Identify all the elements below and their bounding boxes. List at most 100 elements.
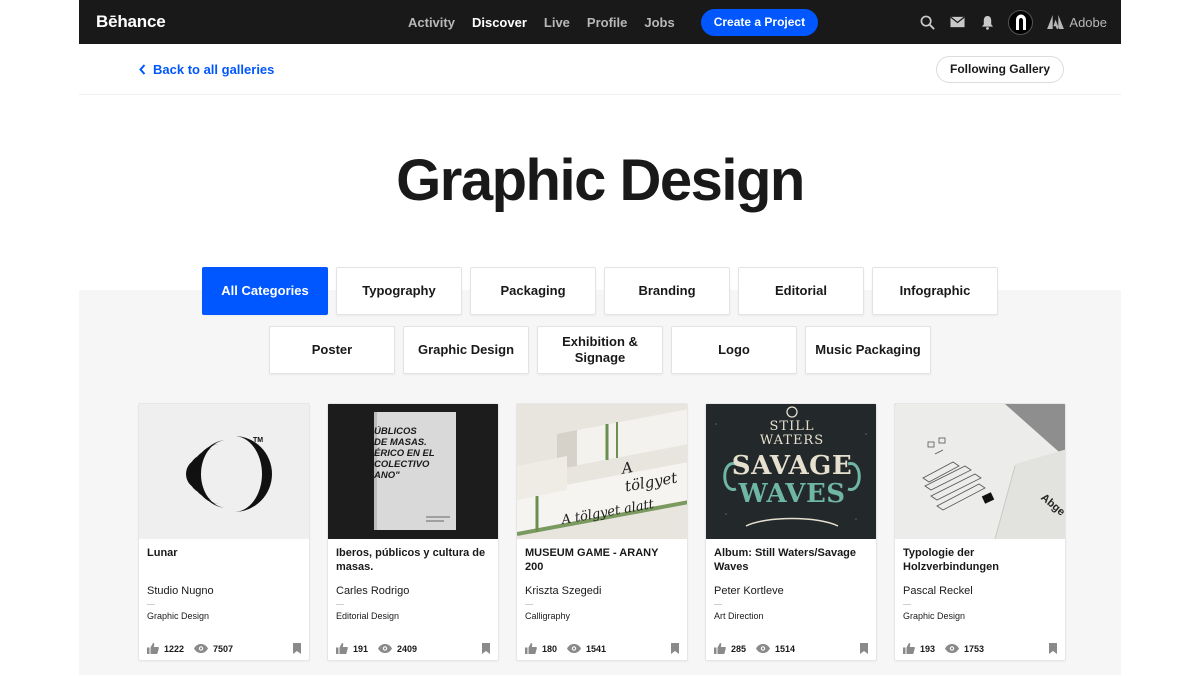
category-filter-grid: All Categories Typography Packaging Bran… [79,267,1121,385]
album-text-bottom: SAVAGE WAVES [706,451,876,509]
project-grid: TM Lunar Studio Nugno Graphic Design 122… [138,403,1066,661]
project-title[interactable]: Lunar [139,539,309,583]
project-stats: 193 1753 [903,643,1057,654]
likes-stat: 191 [336,643,368,654]
nav-right-tools: Adobe [912,0,1107,44]
eye-icon [378,644,393,653]
likes-stat: 285 [714,643,746,654]
user-avatar[interactable] [1008,9,1034,35]
typologie-paper-image [895,404,1065,539]
project-owner[interactable]: Kriszta Szegedi [517,583,687,597]
likes-stat: 1222 [147,643,184,654]
category-graphic-design[interactable]: Graphic Design [403,326,529,374]
project-card[interactable]: STILL WATERS SAVAGE WAVES Album: Still W… [705,403,877,661]
project-card[interactable]: A tölgyet A tölgyet alatt MUSEUM GAME - … [516,403,688,661]
views-stat: 7507 [194,644,233,654]
project-field[interactable]: Editorial Design [328,611,498,621]
views-stat: 2409 [378,644,417,654]
top-navigation: Bēhance Activity Discover Live Profile J… [79,0,1121,44]
thumbs-up-icon [336,643,348,654]
mail-icon[interactable] [942,0,972,44]
nav-link-activity[interactable]: Activity [408,15,455,30]
project-title[interactable]: Album: Still Waters/Savage Waves [706,539,876,583]
project-thumbnail[interactable]: ÚBLICOS DE MASAS. ÉRICO EN EL COLECTIVO … [328,404,498,539]
project-owner[interactable]: Peter Kortleve [706,583,876,597]
likes-stat: 180 [525,643,557,654]
album-text-line: WAVES [738,479,846,509]
project-thumbnail[interactable]: TM [139,404,309,539]
chevron-left-icon [139,63,146,75]
album-text-top: STILL WATERS [706,420,876,448]
divider [903,604,911,605]
project-thumbnail[interactable]: Abge [895,404,1065,539]
category-editorial[interactable]: Editorial [738,267,864,315]
nav-link-live[interactable]: Live [544,15,570,30]
adobe-link[interactable]: Adobe [1047,15,1107,30]
project-card[interactable]: TM Lunar Studio Nugno Graphic Design 122… [138,403,310,661]
project-title[interactable]: Typologie der Holzverbindungen [895,539,1065,583]
create-project-button[interactable]: Create a Project [700,8,819,36]
project-owner[interactable]: Pascal Reckel [895,583,1065,597]
main-nav-links: Activity Discover Live Profile Jobs Crea… [408,0,819,44]
bookmark-icon[interactable] [1049,643,1057,654]
eye-icon [756,644,771,653]
category-poster[interactable]: Poster [269,326,395,374]
bookmark-icon[interactable] [482,643,490,654]
divider [714,604,722,605]
following-gallery-button[interactable]: Following Gallery [935,55,1064,83]
project-owner[interactable]: Carles Rodrigo [328,583,498,597]
views-stat: 1541 [567,644,606,654]
adobe-label: Adobe [1069,14,1107,30]
project-title[interactable]: Iberos, públicos y cultura de masas. [328,539,498,583]
back-link-label: Back to all galleries [153,61,275,77]
thumbs-up-icon [903,643,915,654]
bookmark-icon[interactable] [671,643,679,654]
book-cover-line: ÚBLICOS [374,426,417,437]
album-text-line: SAVAGE [731,451,853,481]
gallery-header: Back to all galleries Following Gallery … [79,44,1121,290]
views-stat: 1753 [945,644,984,654]
project-stats: 191 2409 [336,643,490,654]
likes-count: 1222 [164,643,185,654]
nav-link-jobs[interactable]: Jobs [644,15,674,30]
category-all-categories[interactable]: All Categories [202,267,328,315]
category-packaging[interactable]: Packaging [470,267,596,315]
views-count: 1514 [775,643,796,654]
divider [525,604,533,605]
adobe-logo-icon [1047,15,1065,29]
project-field[interactable]: Art Direction [706,611,876,621]
views-count: 2409 [397,643,418,654]
project-field[interactable]: Graphic Design [895,611,1065,621]
search-icon[interactable] [912,0,942,44]
views-stat: 1514 [756,644,795,654]
likes-count: 285 [731,643,747,654]
views-count: 1541 [586,643,607,654]
book-cover-text: ÚBLICOS DE MASAS. ÉRICO EN EL COLECTIVO … [374,426,456,481]
behance-logo[interactable]: Bēhance [96,12,166,32]
project-thumbnail[interactable]: STILL WATERS SAVAGE WAVES [706,404,876,539]
bookmark-icon[interactable] [293,643,301,654]
project-thumbnail[interactable]: A tölgyet A tölgyet alatt [517,404,687,539]
page-title: Graphic Design [396,148,805,213]
category-exhibition-signage[interactable]: Exhibition & Signage [537,326,663,374]
nav-link-profile[interactable]: Profile [587,15,627,30]
project-field[interactable]: Calligraphy [517,611,687,621]
project-owner[interactable]: Studio Nugno [139,583,309,597]
bell-icon[interactable] [972,0,1002,44]
project-title[interactable]: MUSEUM GAME - ARANY 200 [517,539,687,583]
likes-count: 193 [920,643,936,654]
category-infographic[interactable]: Infographic [872,267,998,315]
bookmark-icon[interactable] [860,643,868,654]
project-field[interactable]: Graphic Design [139,611,309,621]
back-to-galleries-link[interactable]: Back to all galleries [139,62,274,77]
nav-link-discover[interactable]: Discover [472,15,527,30]
category-music-packaging[interactable]: Music Packaging [805,326,931,374]
category-typography[interactable]: Typography [336,267,462,315]
views-count: 1753 [964,643,985,654]
project-card[interactable]: ÚBLICOS DE MASAS. ÉRICO EN EL COLECTIVO … [327,403,499,661]
project-card[interactable]: Abge Typologie der Holzverbindungen Pasc… [894,403,1066,661]
category-branding[interactable]: Branding [604,267,730,315]
project-stats: 1222 7507 [147,643,301,654]
eye-icon [194,644,209,653]
category-logo[interactable]: Logo [671,326,797,374]
